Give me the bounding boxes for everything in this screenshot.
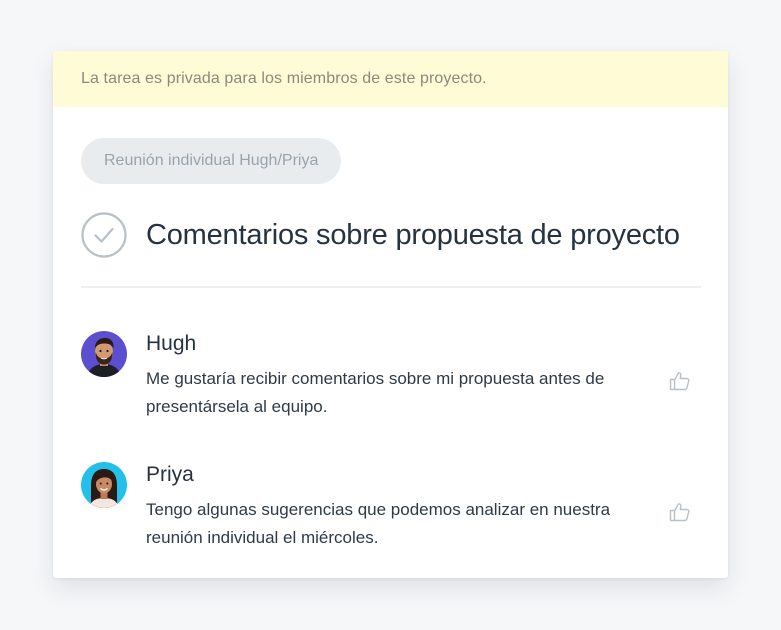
avatar[interactable] <box>81 331 127 377</box>
thumbs-up-icon[interactable] <box>668 369 692 393</box>
comment-text: Tengo algunas sugerencias que podemos an… <box>146 500 611 547</box>
thumbs-up-icon[interactable] <box>668 500 692 524</box>
privacy-banner-text: La tarea es privada para los miembros de… <box>81 70 487 87</box>
avatar[interactable] <box>81 462 127 508</box>
complete-task-checkmark-icon[interactable] <box>81 212 127 258</box>
task-title: Comentarios sobre propuesta de proyecto <box>146 218 680 251</box>
privacy-banner: La tarea es privada para los miembros de… <box>53 51 728 107</box>
task-title-row: Comentarios sobre propuesta de proyecto <box>81 212 680 258</box>
comment-author[interactable]: Hugh <box>146 332 196 356</box>
divider <box>81 286 701 288</box>
task-card: La tarea es privada para los miembros de… <box>53 51 728 578</box>
comment-text: Me gustaría recibir comentarios sobre mi… <box>146 369 605 416</box>
project-tag-label: Reunión individual Hugh/Priya <box>104 152 319 169</box>
project-tag[interactable]: Reunión individual Hugh/Priya <box>81 138 342 184</box>
comment-author[interactable]: Priya <box>146 463 194 487</box>
